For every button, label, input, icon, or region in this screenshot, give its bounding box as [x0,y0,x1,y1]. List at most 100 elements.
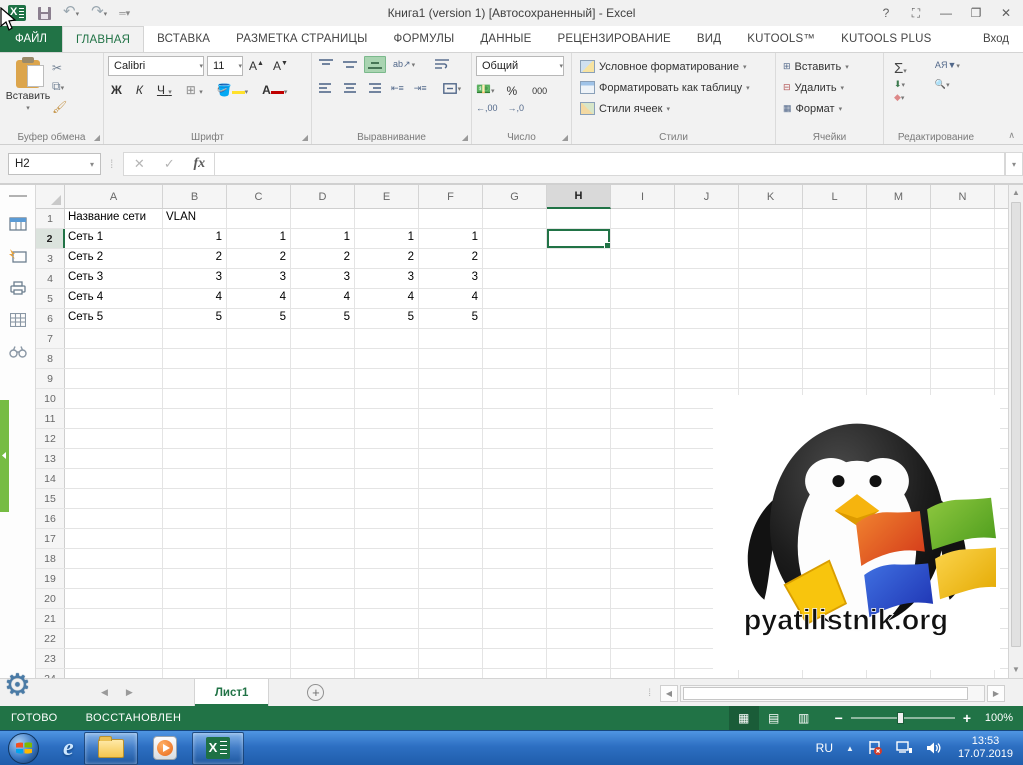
format-painter-icon[interactable]: 🖌 [52,100,67,114]
cell-H16[interactable] [547,509,611,528]
row-header-16[interactable]: 16 [36,509,65,528]
cell-C20[interactable] [227,589,291,608]
column-header-J[interactable]: J [675,185,739,209]
cell-I11[interactable] [611,409,675,428]
cell-C1[interactable] [227,209,291,228]
cell-I1[interactable] [611,209,675,228]
cell-A22[interactable] [65,629,163,648]
ribbon-display-options-icon[interactable]: ⛶ [901,0,931,26]
cell-F10[interactable] [419,389,483,408]
cell-M1[interactable] [867,209,931,228]
cell-I8[interactable] [611,349,675,368]
cell-I20[interactable] [611,589,675,608]
collapse-ribbon-icon[interactable]: ∧ [1008,130,1015,141]
cell-E4[interactable]: 3 [355,269,419,288]
action-center-flag-icon[interactable] [867,741,883,756]
cell-C24[interactable] [227,669,291,678]
cell-B3[interactable]: 2 [163,249,227,268]
comma-style-button[interactable]: 000 [529,86,550,96]
cell-A11[interactable] [65,409,163,428]
cell-G24[interactable] [483,669,547,678]
cell-D11[interactable] [291,409,355,428]
cell-K1[interactable] [739,209,803,228]
row-header-14[interactable]: 14 [36,469,65,488]
cell-I14[interactable] [611,469,675,488]
cell-B18[interactable] [163,549,227,568]
row-header-17[interactable]: 17 [36,529,65,548]
name-box-dropdown-icon[interactable]: ▾ [84,160,100,169]
cell-G4[interactable] [483,269,547,288]
cell-I12[interactable] [611,429,675,448]
cell-A13[interactable] [65,449,163,468]
cut-icon[interactable]: ✂ [52,61,67,75]
cell-G15[interactable] [483,489,547,508]
cell-F5[interactable]: 4 [419,289,483,308]
zoom-slider[interactable] [851,717,955,719]
cell-E7[interactable] [355,329,419,348]
column-header-C[interactable]: C [227,185,291,209]
cell-B8[interactable] [163,349,227,368]
cell-E11[interactable] [355,409,419,428]
cell-G11[interactable] [483,409,547,428]
cell-A3[interactable]: Сеть 2 [65,249,163,268]
column-header-E[interactable]: E [355,185,419,209]
close-icon[interactable]: ✕ [991,0,1021,26]
next-sheet-icon[interactable]: ▶ [117,687,142,698]
column-header-K[interactable]: K [739,185,803,209]
cell-L6[interactable] [803,309,867,328]
align-bottom-icon[interactable] [364,56,386,73]
row-header-11[interactable]: 11 [36,409,65,428]
cell-G1[interactable] [483,209,547,228]
internet-explorer-icon[interactable]: e [63,735,74,762]
cell-H11[interactable] [547,409,611,428]
cell-D21[interactable] [291,609,355,628]
cell-I5[interactable] [611,289,675,308]
align-left-icon[interactable] [316,81,336,96]
cell-G12[interactable] [483,429,547,448]
cell-M7[interactable] [867,329,931,348]
cell-G9[interactable] [483,369,547,388]
cell-B16[interactable] [163,509,227,528]
cell-B4[interactable]: 3 [163,269,227,288]
cell-H21[interactable] [547,609,611,628]
cell-E19[interactable] [355,569,419,588]
cell-F2[interactable]: 1 [419,229,483,248]
cell-B6[interactable]: 5 [163,309,227,328]
cell-M6[interactable] [867,309,931,328]
row-header-20[interactable]: 20 [36,589,65,608]
cell-D22[interactable] [291,629,355,648]
cell-H23[interactable] [547,649,611,668]
cell-H14[interactable] [547,469,611,488]
cell-E1[interactable] [355,209,419,228]
row-header-4[interactable]: 4 [36,269,65,288]
find-select-icon[interactable]: 🔍▾ [935,79,980,90]
row-header-21[interactable]: 21 [36,609,65,628]
row-header-6[interactable]: 6 [36,309,65,328]
column-header-I[interactable]: I [611,185,675,209]
clear-icon[interactable]: ◆▾ [894,92,927,103]
cell-H4[interactable] [547,269,611,288]
cell-E16[interactable] [355,509,419,528]
cell-N7[interactable] [931,329,995,348]
cell-N6[interactable] [931,309,995,328]
cell-A23[interactable] [65,649,163,668]
row-header-7[interactable]: 7 [36,329,65,348]
number-format-select[interactable]: Общий▾ [476,56,564,76]
cell-H9[interactable] [547,369,611,388]
cell-A18[interactable] [65,549,163,568]
column-header-F[interactable]: F [419,185,483,209]
cell-F22[interactable] [419,629,483,648]
cell-G14[interactable] [483,469,547,488]
horizontal-scrollbar[interactable]: ⁞ ◀ ▶ [648,685,1005,702]
cell-C8[interactable] [227,349,291,368]
cell-B2[interactable]: 1 [163,229,227,248]
cell-M5[interactable] [867,289,931,308]
cell-H18[interactable] [547,549,611,568]
cell-D13[interactable] [291,449,355,468]
cell-G13[interactable] [483,449,547,468]
cell-E15[interactable] [355,489,419,508]
cell-D2[interactable]: 1 [291,229,355,248]
increase-decimal-icon[interactable]: ←,00 [476,103,498,113]
excel-taskbar-button[interactable] [192,732,244,765]
cell-C10[interactable] [227,389,291,408]
